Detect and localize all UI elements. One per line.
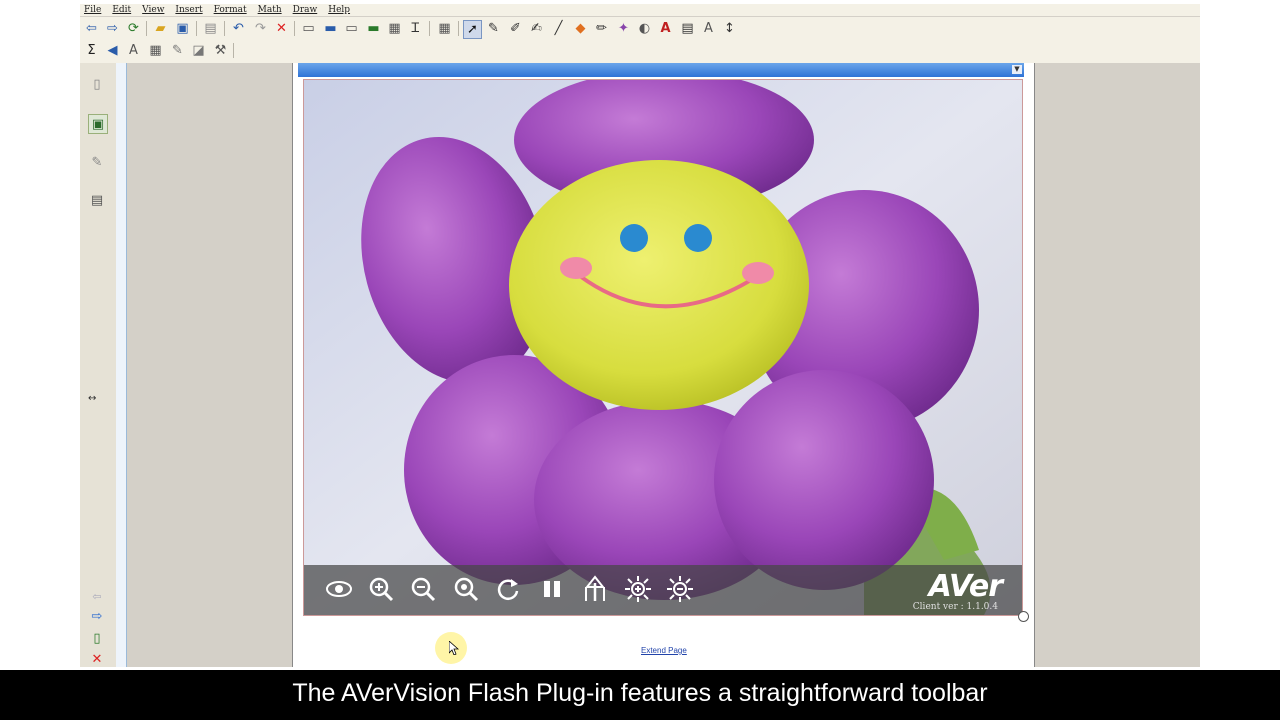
menu-file[interactable]: File	[84, 4, 101, 16]
aver-logo: AVer	[928, 569, 1003, 604]
rotate-icon[interactable]	[493, 574, 523, 604]
menu-edit[interactable]: Edit	[112, 4, 131, 16]
font-icon[interactable]: A	[700, 20, 717, 37]
menu-insert[interactable]: Insert	[175, 4, 202, 16]
client-version: Client ver : 1.1.0.4	[912, 602, 998, 612]
select-arrow-icon[interactable]: ➚	[463, 20, 482, 39]
shape-icon[interactable]: ◀	[104, 42, 121, 59]
handwriting-icon[interactable]: A	[125, 42, 142, 59]
save-icon[interactable]: ▣	[174, 20, 191, 37]
camera-image	[304, 80, 1022, 615]
tools-icon[interactable]: ⚒	[212, 42, 229, 59]
brightness-down-icon[interactable]	[665, 574, 695, 604]
toolbar-separator	[294, 21, 295, 36]
new-page-icon[interactable]: ▯	[88, 75, 106, 93]
table-icon[interactable]: ▦	[436, 20, 453, 37]
text-frame-icon[interactable]: Ꮖ	[407, 20, 424, 37]
toolbar-separator	[196, 21, 197, 36]
toolbar-separator	[458, 21, 459, 36]
plugin-title-strip: ▼	[298, 63, 1024, 77]
vertical-scrollbar[interactable]	[116, 63, 127, 667]
table-edit-icon[interactable]: ▦	[147, 42, 164, 59]
text-tool-icon[interactable]: ▤	[88, 191, 106, 209]
toolbar-separator	[224, 21, 225, 36]
image-frame-icon[interactable]: ▦	[386, 20, 403, 37]
display-icon[interactable]: ▭	[343, 20, 360, 37]
pen-icon[interactable]: ✎	[485, 20, 502, 37]
prev-arrow-icon[interactable]: ⇦	[88, 587, 106, 605]
brightness-up-icon[interactable]	[623, 574, 653, 604]
line-icon[interactable]: ╱	[550, 20, 567, 37]
toolbar-separator	[146, 21, 147, 36]
undo-icon[interactable]: ↶	[230, 20, 247, 37]
zoom-1x-icon[interactable]	[451, 574, 481, 604]
secondary-toolbar: Σ ◀ A ▦ ✎ ◪ ⚒	[80, 39, 1200, 64]
delete-icon[interactable]: ✕	[273, 20, 290, 37]
add-page-icon[interactable]: ▯	[88, 629, 106, 647]
dropdown-arrow-icon[interactable]: ▼	[1012, 65, 1022, 74]
desktop-icon[interactable]: ▬	[365, 20, 382, 37]
forward-arrow-icon[interactable]: ⇨	[104, 20, 121, 37]
next-arrow-icon[interactable]: ⇨	[88, 607, 106, 625]
plugin-control-bar: AVer Client ver : 1.1.0.4	[304, 565, 1022, 615]
open-folder-icon[interactable]: ▰	[152, 20, 169, 37]
refresh-page-icon[interactable]: ⟳	[125, 20, 142, 37]
zoom-out-icon[interactable]	[408, 574, 438, 604]
text-color-icon[interactable]: A	[657, 20, 674, 37]
menu-math[interactable]: Math	[258, 4, 282, 16]
text-box-icon[interactable]: ▤	[679, 20, 696, 37]
menu-bar: File Edit View Insert Format Math Draw Help	[80, 4, 1200, 16]
menu-draw[interactable]: Draw	[293, 4, 318, 16]
eye-icon[interactable]	[324, 574, 354, 604]
screen-icon[interactable]: ▭	[300, 20, 317, 37]
flash-plugin-viewer: AVer Client ver : 1.1.0.4	[303, 79, 1023, 616]
line-spacing-icon[interactable]: ↕	[721, 20, 738, 37]
image-gallery-icon[interactable]: ▣	[88, 114, 108, 134]
sigma-icon[interactable]: Σ	[83, 42, 100, 59]
left-panel: ▯ ▣ ✎ ▤ ⇦ ⇨ ▯ ✕	[80, 63, 117, 667]
highlighter-icon[interactable]: ✍	[528, 20, 545, 37]
brush-icon[interactable]: ✏	[593, 20, 610, 37]
close-icon[interactable]: ✕	[88, 650, 106, 668]
print-preview-icon[interactable]: ▤	[202, 20, 219, 37]
eraser2-icon[interactable]: ◪	[190, 42, 207, 59]
video-caption: The AVerVision Flash Plug-in features a …	[0, 670, 1280, 720]
toolbar-separator	[233, 43, 234, 58]
zoom-in-icon[interactable]	[366, 574, 396, 604]
edit-icon[interactable]: ✎	[169, 42, 186, 59]
fill-icon[interactable]: ◆	[572, 20, 589, 37]
panel-resize-handle-icon[interactable]: ↔	[88, 393, 96, 404]
eraser-icon[interactable]: ◐	[636, 20, 653, 37]
back-arrow-icon[interactable]: ⇦	[83, 20, 100, 37]
magic-wand-icon[interactable]: ✦	[615, 20, 632, 37]
mouse-cursor-icon	[449, 641, 459, 655]
auto-focus-icon[interactable]	[580, 574, 610, 604]
redo-icon[interactable]: ↷	[252, 20, 269, 37]
extend-page-link[interactable]: Extend Page	[641, 646, 687, 655]
menu-help[interactable]: Help	[328, 4, 350, 16]
attachment-icon[interactable]: ✎	[88, 153, 106, 171]
menu-format[interactable]: Format	[214, 4, 247, 16]
monitor-icon[interactable]: ▬	[322, 20, 339, 37]
pencil-icon[interactable]: ✐	[507, 20, 524, 37]
plugin-resize-handle[interactable]	[1018, 611, 1029, 622]
toolbar-separator	[429, 21, 430, 36]
menu-view[interactable]: View	[142, 4, 164, 16]
pause-icon[interactable]	[537, 574, 567, 604]
main-toolbar: ⇦ ⇨ ⟳ ▰ ▣ ▤ ↶ ↷ ✕ ▭ ▬ ▭ ▬ ▦ Ꮖ ▦ ➚ ✎ ✐ ✍ …	[80, 17, 1200, 39]
